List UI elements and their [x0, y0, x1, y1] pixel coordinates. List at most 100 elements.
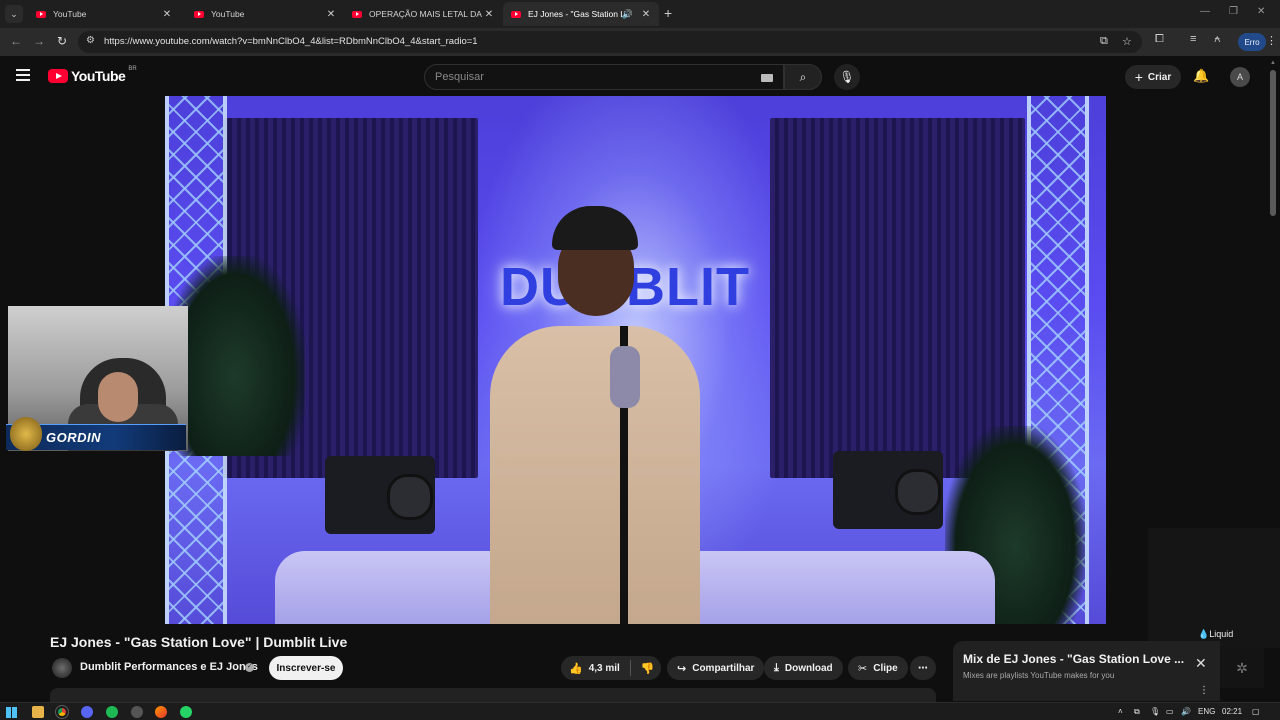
- youtube-favicon-icon: [352, 10, 362, 18]
- mix-playlist-panel[interactable]: Mix de EJ Jones - "Gas Station Love ... …: [953, 641, 1220, 701]
- mic-icon: 🎙: [839, 70, 855, 84]
- url-text[interactable]: https://www.youtube.com/watch?v=bmNnClbO…: [104, 36, 478, 47]
- browser-tab[interactable]: YouTube ✕: [186, 2, 344, 26]
- liquid-text: Liquid: [1209, 629, 1234, 639]
- share-icon: ↪: [677, 662, 687, 675]
- more-horizontal-icon: ⋯: [918, 662, 928, 674]
- chrome-icon[interactable]: [55, 705, 69, 719]
- studio-microphone: [610, 346, 640, 408]
- new-tab-icon[interactable]: +: [664, 5, 672, 21]
- profile-icon[interactable]: ⍲: [1214, 33, 1221, 46]
- clip-label: Clipe: [873, 662, 898, 674]
- browser-tab-active[interactable]: EJ Jones - "Gas Station Love 🔊 ✕: [503, 2, 659, 26]
- firefox-icon[interactable]: [155, 706, 167, 718]
- youtube-favicon-icon: [511, 10, 521, 18]
- youtube-logo-icon: [48, 69, 68, 83]
- extensions-icon[interactable]: ⧠: [1155, 33, 1164, 46]
- browser-tab[interactable]: OPERAÇÃO MAIS LETAL DA HIS ✕: [344, 2, 502, 26]
- browser-menu-icon[interactable]: ⋮: [1266, 34, 1277, 47]
- close-icon[interactable]: ✕: [1195, 655, 1207, 672]
- discord-icon[interactable]: [81, 706, 93, 718]
- channel-name[interactable]: Dumblit Performances e EJ Jones: [80, 661, 258, 673]
- tab-title: YouTube: [211, 9, 245, 19]
- tab-close-icon[interactable]: ✕: [639, 9, 653, 20]
- youtube-favicon-icon: [194, 10, 204, 18]
- address-bar[interactable]: ⚙ https://www.youtube.com/watch?v=bmNnCl…: [78, 31, 1142, 53]
- restore-icon[interactable]: ❐: [1229, 6, 1238, 17]
- notifications-bell-icon[interactable]: 🔔: [1193, 68, 1209, 84]
- studio-speaker-right: [833, 451, 943, 529]
- reload-icon[interactable]: ↻: [57, 34, 67, 48]
- site-info-icon[interactable]: ⚙: [86, 35, 95, 46]
- create-button[interactable]: + Criar: [1125, 65, 1181, 89]
- verified-icon: ✓: [245, 663, 254, 672]
- windows-start-icon[interactable]: [6, 707, 17, 718]
- download-label: Download: [784, 662, 833, 674]
- download-button[interactable]: ⤓ Download: [764, 656, 843, 680]
- tray-overflow-icon[interactable]: ˄: [1118, 707, 1123, 716]
- file-explorer-icon[interactable]: [32, 706, 44, 718]
- like-dislike-group: 👍 4,3 mil 👎: [561, 656, 661, 680]
- mix-title[interactable]: Mix de EJ Jones - "Gas Station Love ...: [963, 652, 1184, 666]
- sidebar-liquid-label: 💧Liquid: [1198, 629, 1234, 639]
- voice-search-button[interactable]: 🎙: [834, 64, 860, 90]
- page-scrollbar[interactable]: [1270, 70, 1276, 216]
- channel-avatar[interactable]: [52, 658, 72, 678]
- install-app-icon[interactable]: ⧉: [1100, 35, 1108, 48]
- download-icon: ⤓: [774, 661, 779, 674]
- dislike-icon[interactable]: 👎: [641, 662, 655, 675]
- streamer-name: GORDIN: [46, 430, 101, 445]
- tab-title: OPERAÇÃO MAIS LETAL DA HIS: [369, 9, 482, 19]
- performer: [470, 206, 720, 624]
- minimize-icon[interactable]: —: [1200, 6, 1210, 17]
- spotify-icon[interactable]: [106, 706, 118, 718]
- tab-close-icon[interactable]: ✕: [482, 9, 496, 20]
- search-button[interactable]: ⌕: [784, 64, 822, 90]
- tab-close-icon[interactable]: ✕: [160, 9, 174, 20]
- streamer-badge-icon: [10, 417, 42, 451]
- notification-center-icon[interactable]: ▢: [1252, 707, 1260, 716]
- like-icon[interactable]: 👍: [569, 662, 583, 675]
- back-icon[interactable]: ←: [10, 34, 22, 48]
- keyboard-icon[interactable]: [761, 74, 773, 82]
- media-control-icon[interactable]: ≡: [1190, 33, 1196, 45]
- description-box[interactable]: [50, 688, 936, 702]
- volume-icon[interactable]: 🔊: [1181, 707, 1191, 716]
- like-divider: [629, 660, 631, 676]
- menu-icon[interactable]: [16, 69, 30, 81]
- scissors-icon: ✂: [858, 662, 868, 675]
- more-vertical-icon[interactable]: ⋮: [1199, 685, 1209, 696]
- tab-close-icon[interactable]: ✕: [324, 9, 338, 20]
- share-button[interactable]: ↪ Compartilhar: [667, 656, 765, 680]
- tray-mic-icon[interactable]: 🎙: [1150, 707, 1160, 716]
- window-close-icon[interactable]: ✕: [1257, 6, 1265, 17]
- profile-error-badge[interactable]: Erro: [1238, 33, 1266, 51]
- like-count[interactable]: 4,3 mil: [589, 663, 620, 674]
- network-icon[interactable]: ▭: [1166, 707, 1174, 716]
- whatsapp-icon[interactable]: [180, 706, 192, 718]
- scroll-up-icon[interactable]: ▲: [1270, 60, 1276, 66]
- browser-tab-strip: ⌄ YouTube ✕ YouTube ✕ OPERAÇÃO MAIS LETA…: [0, 0, 1280, 28]
- clock[interactable]: 02:21: [1222, 707, 1242, 716]
- more-actions-button[interactable]: ⋯: [910, 656, 936, 680]
- subscribe-button[interactable]: Inscrever-se: [269, 656, 343, 680]
- youtube-logo[interactable]: YouTube BR: [48, 66, 137, 84]
- browser-tab[interactable]: YouTube ✕: [28, 2, 180, 26]
- search-placeholder: Pesquisar: [435, 71, 484, 83]
- audio-playing-icon[interactable]: 🔊: [622, 9, 633, 20]
- tray-app-icon[interactable]: ⧉: [1134, 707, 1140, 717]
- video-player[interactable]: DUMBLIT: [165, 96, 1106, 624]
- performer-hoodie: [490, 326, 700, 624]
- video-title: EJ Jones - "Gas Station Love" | Dumblit …: [50, 634, 348, 650]
- account-avatar[interactable]: A: [1230, 67, 1250, 87]
- acoustic-panel-right: [770, 118, 1025, 478]
- mix-thumbnail[interactable]: ✲: [1220, 648, 1264, 688]
- clip-button[interactable]: ✂ Clipe: [848, 656, 908, 680]
- forward-icon[interactable]: →: [33, 34, 45, 48]
- steam-icon[interactable]: [131, 706, 143, 718]
- bookmark-star-icon[interactable]: ☆: [1122, 35, 1132, 48]
- youtube-favicon-icon: [36, 10, 46, 18]
- language-indicator[interactable]: ENG: [1198, 707, 1215, 716]
- tab-search-dropdown[interactable]: ⌄: [5, 5, 23, 23]
- search-input[interactable]: Pesquisar: [424, 64, 784, 90]
